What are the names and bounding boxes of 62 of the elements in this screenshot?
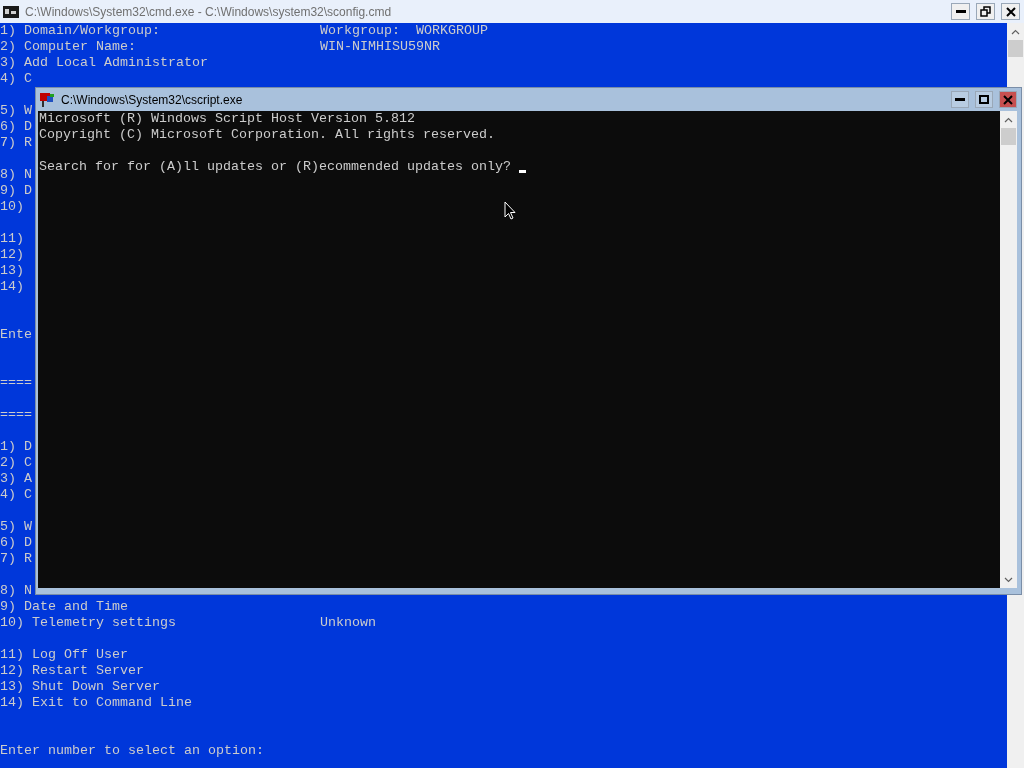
console-text: 6) D — [0, 119, 32, 135]
console-value: Unknown — [319, 615, 376, 631]
console-text: 9) Date and Time — [0, 599, 128, 615]
text-cursor — [518, 170, 526, 173]
prompt-text: Search for for (A)ll updates or (R)ecommended updates only? — [39, 159, 511, 175]
restore-button[interactable] — [976, 3, 995, 20]
console-text: 13) — [0, 263, 24, 279]
console-text: 13) Shut Down Server — [0, 679, 160, 695]
minimize-button[interactable] — [951, 3, 970, 20]
close-icon — [1005, 6, 1016, 17]
minimize-button[interactable] — [951, 91, 969, 108]
scrollbar[interactable] — [1000, 111, 1017, 588]
console-value: WIN-NIMHISU59NR — [319, 39, 440, 55]
mouse-pointer-icon — [504, 201, 516, 220]
console-text: 8) N — [0, 583, 32, 599]
maximize-button[interactable] — [975, 91, 993, 108]
scroll-thumb[interactable] — [1008, 40, 1023, 57]
close-button[interactable] — [1001, 3, 1020, 20]
console-text: 5) W — [0, 519, 32, 535]
console-text: ==== — [0, 407, 32, 423]
console-text: 14) — [0, 279, 24, 295]
scroll-down-icon[interactable] — [1004, 576, 1013, 583]
console-text: 10) — [0, 199, 24, 215]
console-text: 8) N — [0, 167, 32, 183]
console-text: 10) Telemetry settings — [0, 615, 177, 631]
console-text: ==== — [0, 375, 32, 391]
console-text: 11) — [0, 231, 24, 247]
script-icon — [39, 91, 55, 108]
console-value: Workgroup: WORKGROUP — [319, 23, 488, 39]
close-icon — [1003, 94, 1013, 105]
console-text: 5) W — [0, 103, 32, 119]
console-text: 4) C — [0, 487, 32, 503]
console-text: 2) C — [0, 455, 32, 471]
scroll-up-icon[interactable] — [1011, 28, 1020, 35]
console-text: Microsoft (R) Windows Script Host Version 5.812 — [39, 111, 415, 127]
console-text: Enter number to select an option: — [0, 743, 264, 759]
scroll-thumb[interactable] — [1001, 128, 1016, 145]
console-text: 2) Computer Name: — [0, 39, 137, 55]
restore-icon — [980, 6, 991, 17]
minimize-icon — [955, 10, 966, 13]
console-text: 9) D — [0, 183, 32, 199]
window-title: C:\Windows\System32\cmd.exe - C:\Windows\system32\sconfig.cmd — [25, 4, 393, 19]
console-text: 7) R — [0, 135, 32, 151]
console-text: 12) Restart Server — [0, 663, 144, 679]
console-text: 11) Log Off User — [0, 647, 128, 663]
minimize-icon — [955, 98, 965, 101]
console-text: 6) D — [0, 535, 32, 551]
console-text: 4) C — [0, 71, 32, 87]
console-text: Copyright (C) Microsoft Corporation. All rights reserved. — [39, 127, 495, 143]
console-text: 1) Domain/Workgroup: — [0, 23, 161, 39]
console-text: 3) Add Local Administrator — [0, 55, 208, 71]
window-title: C:\Windows\System32\cscript.exe — [61, 92, 244, 107]
console-text: 7) R — [0, 551, 32, 567]
console-text: Ente — [0, 327, 32, 343]
maximize-icon — [979, 95, 989, 104]
console-text: 12) — [0, 247, 24, 263]
console-icon — [3, 5, 19, 18]
close-button[interactable] — [999, 91, 1017, 108]
scroll-up-icon[interactable] — [1004, 116, 1013, 123]
console-text: 1) D — [0, 439, 32, 455]
console-text: 14) Exit to Command Line — [0, 695, 192, 711]
console-text: 3) A — [0, 471, 32, 487]
